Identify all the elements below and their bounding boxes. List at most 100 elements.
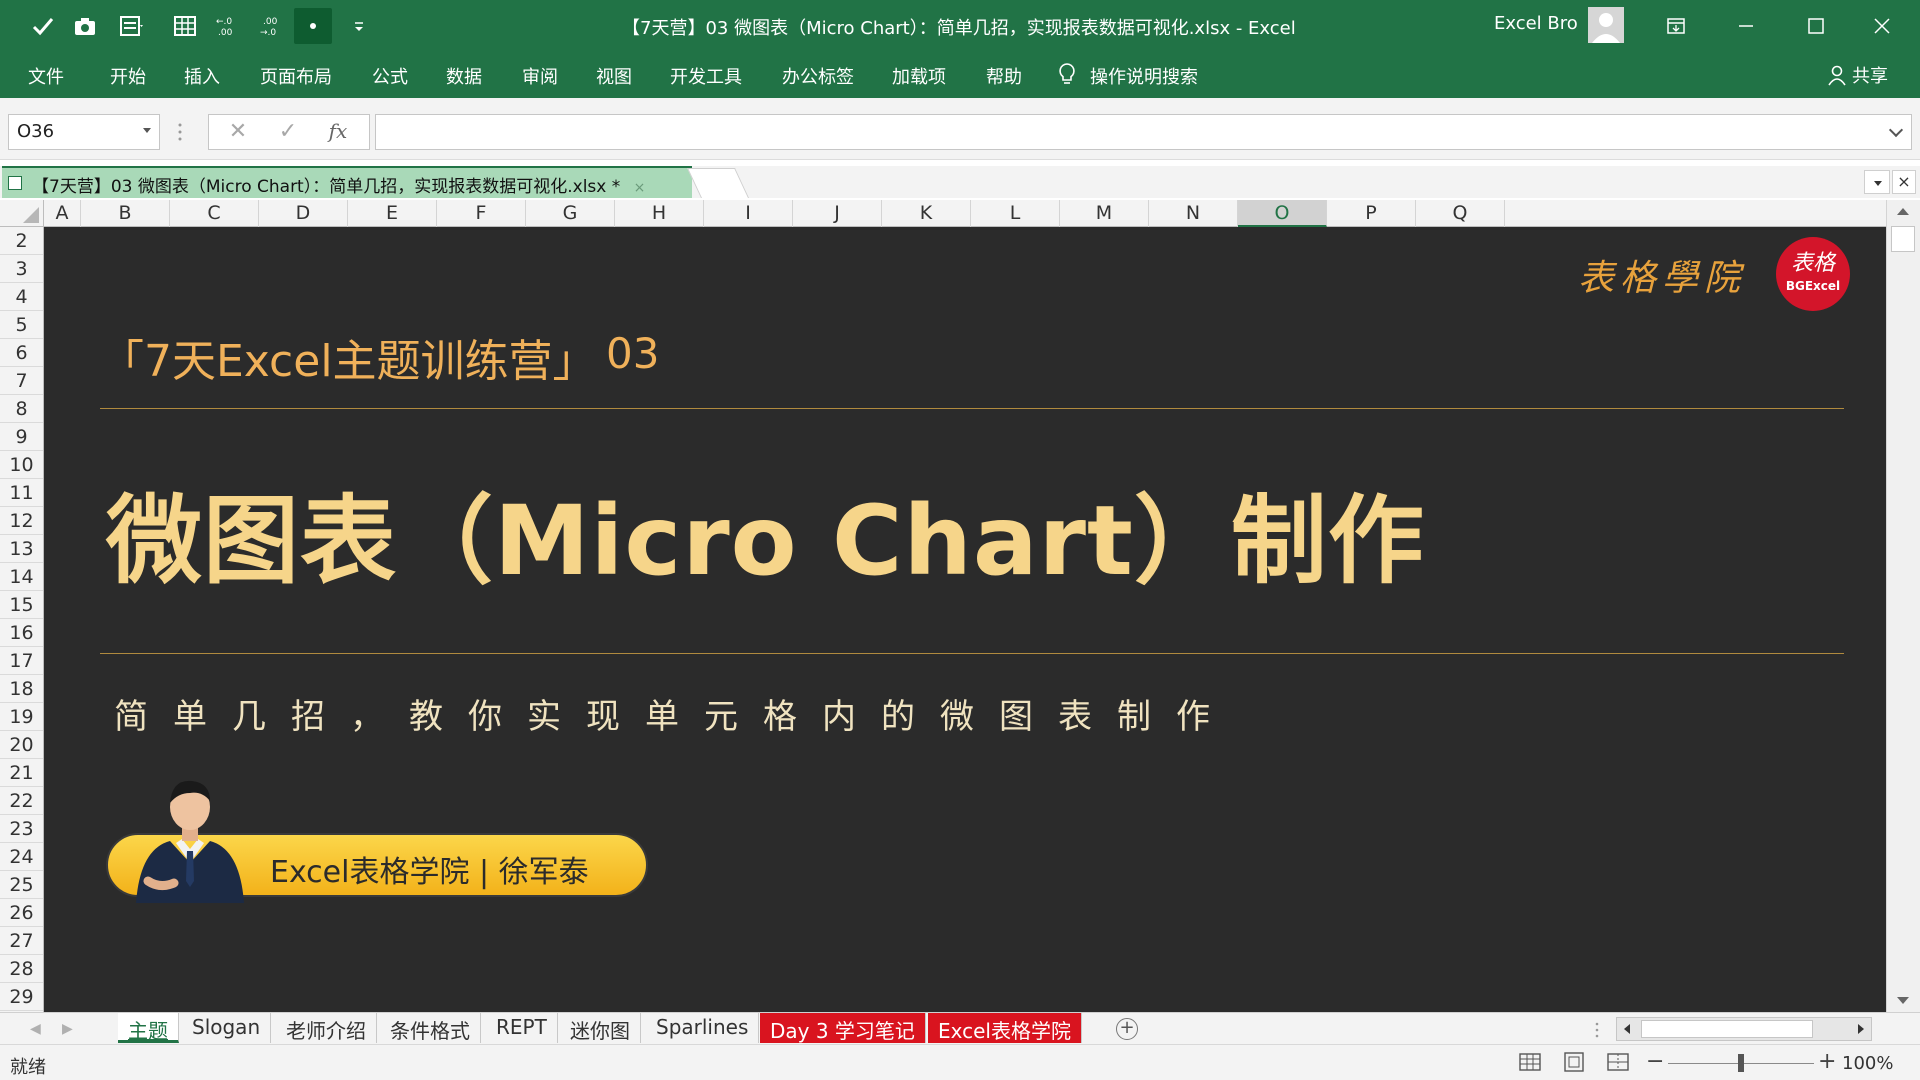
decrease-decimal-icon[interactable]: ←.0.00 [208, 8, 246, 44]
enter-icon[interactable]: ✓ [273, 119, 303, 147]
tab-page-layout[interactable]: 页面布局 [260, 63, 332, 89]
minimize-icon[interactable] [1716, 4, 1776, 48]
tab-developer[interactable]: 开发工具 [670, 63, 742, 89]
row-header[interactable]: 8 [0, 395, 43, 423]
sheet-tab-day3-notes[interactable]: Day 3 学习笔记 [760, 1013, 926, 1043]
column-header[interactable]: J [793, 200, 882, 227]
row-header[interactable]: 5 [0, 311, 43, 339]
row-header[interactable]: 19 [0, 703, 43, 731]
tab-view[interactable]: 视图 [596, 63, 632, 89]
row-header[interactable]: 18 [0, 675, 43, 703]
form-icon[interactable] [112, 8, 150, 44]
column-header[interactable]: L [971, 200, 1060, 227]
column-header-selected[interactable]: O [1238, 200, 1327, 227]
column-header[interactable]: F [437, 200, 526, 227]
sheet-next-icon[interactable]: ▶ [62, 1021, 73, 1037]
maximize-icon[interactable] [1786, 4, 1846, 48]
row-header[interactable]: 26 [0, 899, 43, 927]
row-header[interactable]: 14 [0, 563, 43, 591]
row-header[interactable]: 6 [0, 339, 43, 367]
row-header[interactable]: 15 [0, 591, 43, 619]
vertical-scrollbar[interactable] [1886, 200, 1920, 1012]
record-macro-icon[interactable] [294, 8, 332, 44]
chevron-down-icon[interactable] [143, 128, 151, 133]
row-header[interactable]: 29 [0, 983, 43, 1011]
workbook-tab-close-icon[interactable]: × [634, 180, 646, 196]
horizontal-scrollbar[interactable] [1616, 1017, 1872, 1041]
tab-office-tab[interactable]: 办公标签 [782, 63, 854, 89]
row-header[interactable]: 9 [0, 423, 43, 451]
row-header[interactable]: 22 [0, 787, 43, 815]
tab-help[interactable]: 帮助 [986, 63, 1022, 89]
zoom-slider-thumb[interactable] [1738, 1054, 1744, 1072]
tab-file[interactable]: 文件 [28, 63, 64, 89]
auto-save-icon[interactable] [24, 8, 62, 44]
scroll-thumb[interactable] [1641, 1020, 1813, 1038]
column-header[interactable]: H [615, 200, 704, 227]
row-header[interactable]: 17 [0, 647, 43, 675]
tab-review[interactable]: 审阅 [522, 63, 558, 89]
column-header[interactable]: E [348, 200, 437, 227]
row-header[interactable]: 24 [0, 843, 43, 871]
row-header[interactable]: 3 [0, 255, 43, 283]
close-icon[interactable] [1852, 4, 1912, 48]
worksheet-canvas[interactable]: 表格學院 表格 BGExcel 「7天Excel主题训练营」 03 微图表（Mi… [44, 227, 1886, 1012]
tell-me-search[interactable]: 操作说明搜索 [1090, 63, 1198, 89]
scroll-left-icon[interactable] [1624, 1024, 1630, 1034]
tab-data[interactable]: 数据 [446, 63, 482, 89]
zoom-level[interactable]: 100% [1842, 1053, 1893, 1074]
sheet-tab-cond-format[interactable]: 条件格式 [380, 1013, 481, 1043]
row-header[interactable]: 10 [0, 451, 43, 479]
tab-list-dropdown[interactable] [1864, 170, 1890, 194]
column-header[interactable]: K [882, 200, 971, 227]
row-header[interactable]: 11 [0, 479, 43, 507]
camera-icon[interactable] [66, 8, 104, 44]
scroll-up-icon[interactable] [1897, 208, 1909, 215]
column-header[interactable]: A [44, 200, 81, 227]
row-header[interactable]: 21 [0, 759, 43, 787]
sheet-tab-theme[interactable]: 主题 [118, 1013, 179, 1043]
lightbulb-icon[interactable] [1056, 61, 1078, 87]
row-header[interactable]: 25 [0, 871, 43, 899]
zoom-out-button[interactable]: − [1646, 1049, 1664, 1074]
tab-add-ins[interactable]: 加载项 [892, 63, 946, 89]
expand-formula-icon[interactable] [1888, 122, 1904, 138]
scroll-thumb[interactable] [1891, 226, 1915, 252]
sheet-tab-excel-academy[interactable]: Excel表格学院 [928, 1013, 1082, 1043]
avatar[interactable] [1588, 7, 1624, 43]
column-header[interactable]: N [1149, 200, 1238, 227]
add-sheet-button[interactable]: + [1116, 1018, 1138, 1040]
row-header[interactable]: 12 [0, 507, 43, 535]
share-button[interactable]: 共享 [1826, 62, 1888, 88]
sheet-tab-slogan[interactable]: Slogan [182, 1013, 272, 1043]
drag-handle-icon[interactable] [1595, 1021, 1599, 1039]
close-window-icon[interactable]: × [1892, 170, 1916, 194]
drag-handle-icon[interactable] [178, 120, 182, 144]
row-header[interactable]: 13 [0, 535, 43, 563]
formula-input[interactable] [375, 114, 1912, 150]
tab-insert[interactable]: 插入 [184, 63, 220, 89]
row-header[interactable]: 4 [0, 283, 43, 311]
cancel-icon[interactable]: ✕ [223, 119, 253, 147]
normal-view-icon[interactable] [1518, 1051, 1542, 1073]
row-header[interactable]: 2 [0, 227, 43, 255]
sheet-tab-sparkline-cn[interactable]: 迷你图 [560, 1013, 641, 1043]
column-header[interactable]: C [170, 200, 259, 227]
sheet-tab-rept[interactable]: REPT [486, 1013, 558, 1043]
column-header[interactable]: D [259, 200, 348, 227]
row-header[interactable]: 27 [0, 927, 43, 955]
scroll-right-icon[interactable] [1858, 1024, 1864, 1034]
user-name[interactable]: Excel Bro [1494, 13, 1578, 34]
column-header[interactable]: B [81, 200, 170, 227]
customize-toolbar-icon[interactable] [340, 8, 378, 44]
column-header[interactable]: I [704, 200, 793, 227]
sheet-prev-icon[interactable]: ◀ [30, 1021, 41, 1037]
sheet-tab-sparlines[interactable]: Sparlines [646, 1013, 760, 1043]
increase-decimal-icon[interactable]: .00 →.0 [252, 8, 290, 44]
row-header[interactable]: 28 [0, 955, 43, 983]
insert-function-icon[interactable]: fx [323, 119, 353, 147]
page-layout-view-icon[interactable] [1562, 1051, 1586, 1073]
row-header[interactable]: 23 [0, 815, 43, 843]
column-header[interactable]: P [1327, 200, 1416, 227]
ribbon-display-icon[interactable] [1646, 4, 1706, 48]
